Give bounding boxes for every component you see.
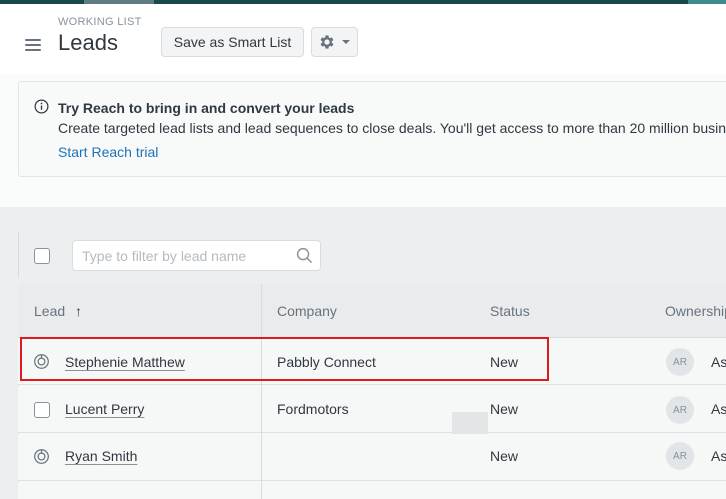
search-icon: [296, 247, 312, 263]
page-header: WORKING LIST Leads Save as Smart List: [0, 4, 726, 74]
status-cell: New: [490, 354, 519, 370]
column-header-status[interactable]: Status: [490, 303, 530, 319]
table-row[interactable]: [18, 482, 726, 499]
hover-artifact: [452, 412, 488, 434]
lead-last-name: Smith: [101, 448, 138, 464]
radio-icon[interactable]: [33, 448, 50, 465]
reach-banner: Try Reach to bring in and convert your l…: [18, 81, 726, 177]
lead-first-name: Lucent: [65, 401, 108, 417]
company-cell: Fordmotors: [277, 401, 349, 417]
save-as-smart-list-button[interactable]: Save as Smart List: [161, 27, 304, 57]
divider: [18, 232, 19, 278]
lead-last-name: Perry: [110, 401, 145, 417]
radio-icon[interactable]: [33, 353, 50, 370]
page-title: Leads: [58, 30, 118, 55]
lead-last-name: Matthew: [131, 354, 185, 370]
lead-name-link[interactable]: Lucent Perry: [65, 401, 144, 417]
status-cell: New: [490, 448, 519, 464]
select-all-checkbox[interactable]: [34, 248, 50, 264]
banner-title: Try Reach to bring in and convert your l…: [58, 100, 355, 116]
start-reach-trial-link[interactable]: Start Reach trial: [58, 144, 158, 160]
sort-ascending-icon: ↑: [75, 303, 83, 319]
table-header: [18, 284, 726, 338]
lead-name-link[interactable]: Stephenie Matthew: [65, 354, 185, 370]
company-cell: Pabbly Connect: [277, 354, 376, 370]
avatar: AR: [666, 396, 694, 424]
column-header-ownership[interactable]: Ownership: [665, 303, 726, 319]
lead-first-name: Stephenie: [65, 354, 129, 370]
settings-button[interactable]: [311, 27, 358, 57]
column-divider: [261, 284, 262, 499]
avatar: AR: [666, 442, 694, 470]
column-label: Lead: [34, 303, 66, 319]
lead-filter-input[interactable]: [72, 240, 321, 271]
lead-name-link[interactable]: Ryan Smith: [65, 448, 137, 464]
status-cell: New: [490, 401, 519, 417]
owner-name: As: [711, 448, 726, 464]
menu-icon[interactable]: [25, 39, 41, 51]
lead-first-name: Ryan: [65, 448, 98, 464]
row-checkbox[interactable]: [34, 402, 50, 418]
gear-icon: [320, 35, 334, 49]
chevron-down-icon: [342, 40, 350, 44]
column-header-lead[interactable]: Lead ↑: [34, 303, 82, 319]
avatar: AR: [666, 348, 694, 376]
owner-name: As: [711, 401, 726, 417]
breadcrumb: WORKING LIST: [58, 16, 142, 28]
info-icon: [34, 99, 49, 114]
banner-description: Create targeted lead lists and lead sequ…: [58, 120, 726, 136]
column-header-company[interactable]: Company: [277, 303, 337, 319]
owner-name: As: [711, 354, 726, 370]
